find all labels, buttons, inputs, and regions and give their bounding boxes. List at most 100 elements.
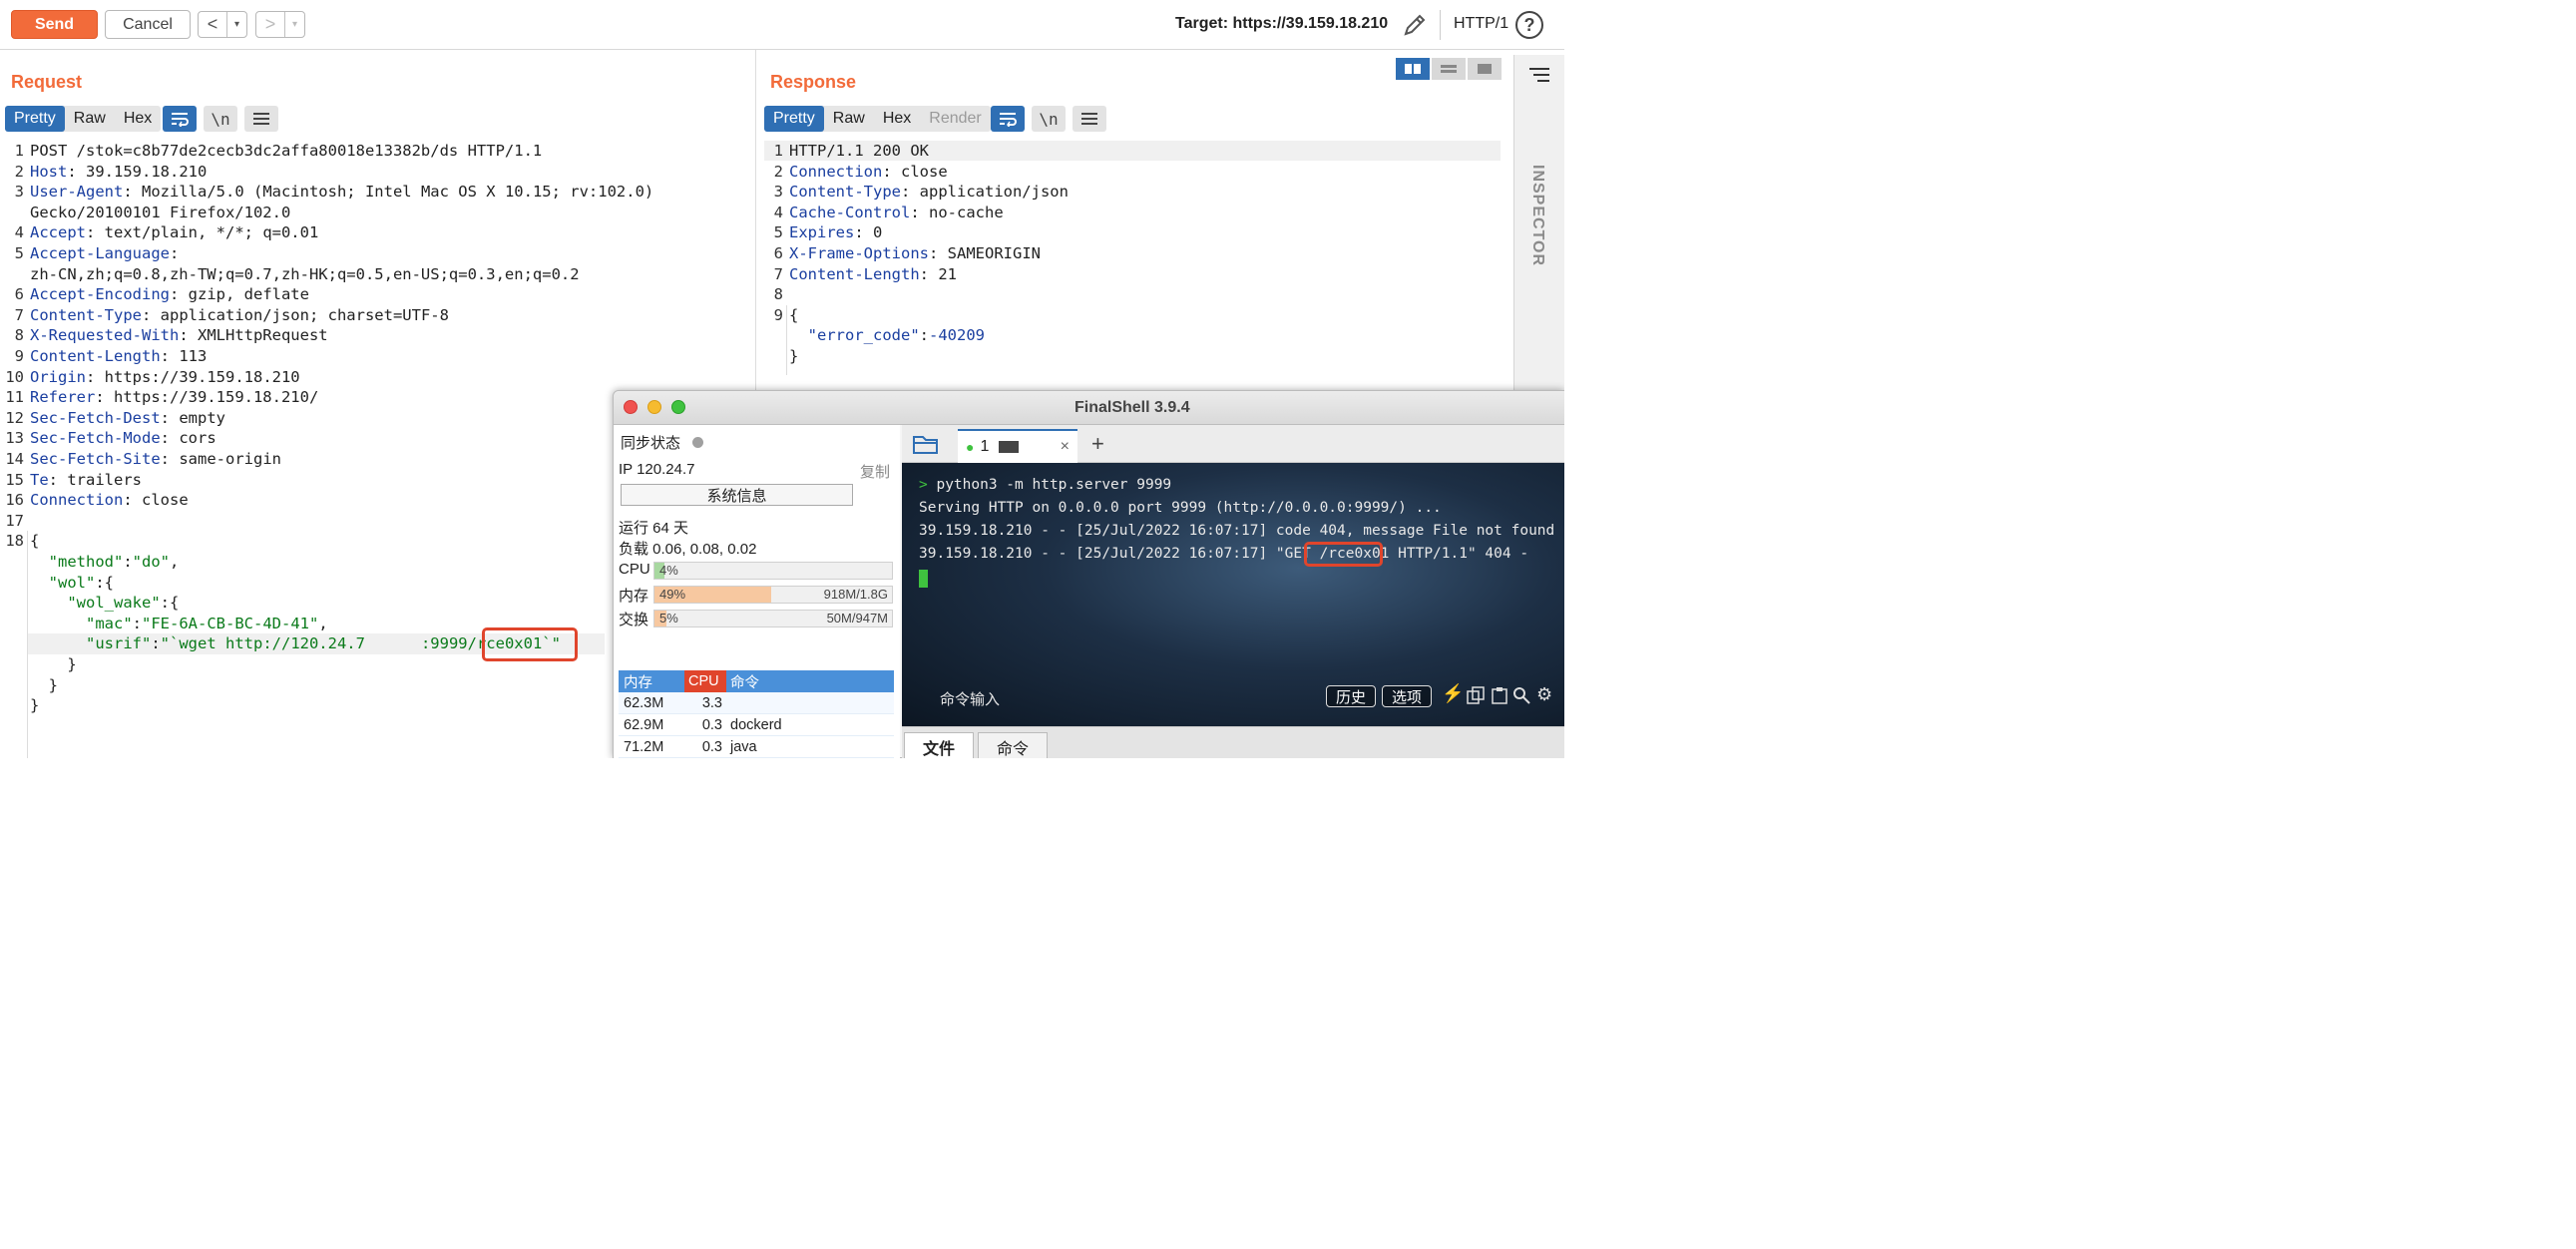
- header-value: application/json; charset=UTF-8: [151, 305, 449, 324]
- line-text: Cache-Control: no-cache: [789, 203, 1004, 221]
- line-text: Host: 39.159.18.210: [30, 162, 208, 181]
- folder-icon[interactable]: [912, 433, 940, 460]
- finalshell-window: FinalShell 3.9.4 同步状态 IP 120.24.7 复制 系统信…: [613, 390, 1564, 758]
- header-key: Connection: [30, 491, 124, 510]
- header-value: zh-CN,zh;q=0.8,zh-TW;q=0.7,zh-HK;q=0.5,e…: [30, 264, 580, 283]
- json-close-brace: }: [789, 347, 799, 365]
- response-editor[interactable]: 1 HTTP/1.1 200 OK 2 Connection: close 3 Conte…: [759, 141, 1507, 400]
- process-row[interactable]: 71.2M 0.3 java: [619, 736, 894, 758]
- response-wrap-icon[interactable]: [991, 106, 1025, 132]
- header-key: Host: [30, 162, 68, 181]
- new-session-icon[interactable]: +: [1091, 431, 1104, 457]
- line-number: 11: [5, 388, 24, 407]
- tab-files[interactable]: 文件: [904, 732, 974, 758]
- response-menu-icon[interactable]: [1073, 106, 1106, 132]
- minimize-window-icon[interactable]: [647, 400, 661, 414]
- inspector-menu-icon[interactable]: [1528, 67, 1550, 88]
- header-value: 113: [170, 347, 208, 365]
- tab-commands[interactable]: 命令: [978, 732, 1048, 758]
- response-tab-hex[interactable]: Hex: [874, 106, 920, 132]
- header-value: application/json: [910, 183, 1069, 202]
- process-row[interactable]: 62.3M 3.3: [619, 692, 894, 714]
- header-value: no-cache: [919, 203, 1004, 221]
- layout-stacked-icon[interactable]: [1432, 58, 1466, 80]
- session-tab[interactable]: ● 1 ×: [958, 429, 1077, 463]
- cancel-button[interactable]: Cancel: [105, 10, 191, 39]
- header-key: Origin: [30, 367, 86, 386]
- wrap-lines-icon[interactable]: [163, 106, 197, 132]
- header-value: 0: [863, 223, 883, 242]
- pencil-icon[interactable]: [1402, 12, 1428, 38]
- send-button[interactable]: Send: [11, 10, 98, 39]
- col-header-cmd[interactable]: 命令: [726, 671, 894, 692]
- inspector-label[interactable]: INSPECTOR: [1528, 165, 1546, 266]
- load-average: 负载 0.06, 0.08, 0.02: [619, 541, 757, 558]
- request-menu-icon[interactable]: [244, 106, 278, 132]
- session-close-icon[interactable]: ×: [1061, 438, 1070, 456]
- protocol-label[interactable]: HTTP/1: [1454, 15, 1508, 33]
- term-line-4: 39.159.18.210 - - [25/Jul/2022 16:07:17]…: [919, 546, 1529, 562]
- system-info-button[interactable]: 系统信息: [621, 484, 853, 506]
- json-punct: }: [67, 655, 77, 673]
- line-text: Sec-Fetch-Site: same-origin: [30, 450, 281, 468]
- response-tab-pretty[interactable]: Pretty: [764, 106, 824, 132]
- request-tab-hex[interactable]: Hex: [115, 106, 161, 132]
- header-key: Cache-Control: [789, 203, 911, 221]
- line-number: 15: [5, 470, 24, 489]
- options-button[interactable]: 选项: [1382, 685, 1432, 707]
- history-button[interactable]: 历史: [1326, 685, 1376, 707]
- layout-side-by-side-icon[interactable]: [1396, 58, 1430, 80]
- request-tab-raw[interactable]: Raw: [65, 106, 115, 132]
- header-value: {: [30, 532, 40, 551]
- search-icon[interactable]: [1512, 686, 1530, 709]
- term-line-1: > python3 -m http.server 9999: [919, 477, 1172, 493]
- line-number: 9: [14, 347, 24, 365]
- pane-divider[interactable]: [755, 50, 756, 394]
- line-text: Sec-Fetch-Mode: cors: [30, 429, 216, 448]
- forward-button[interactable]: > ▾: [255, 11, 305, 38]
- line-number: 17: [5, 511, 24, 530]
- json-string: "method": [48, 553, 124, 571]
- command-input[interactable]: 命令输入: [940, 688, 1000, 709]
- bottom-tabbar: 文件 命令: [902, 726, 1564, 758]
- header-key: Content-Type: [789, 183, 901, 202]
- line-number: 18: [5, 532, 24, 551]
- line-text: Content-Type: application/json; charset=…: [30, 305, 449, 324]
- show-newlines-icon[interactable]: \n: [204, 106, 237, 132]
- line-text: Origin: https://39.159.18.210: [30, 367, 300, 386]
- process-row[interactable]: 62.9M 0.3 dockerd: [619, 714, 894, 736]
- line-number: 14: [5, 450, 24, 468]
- response-tab-raw[interactable]: Raw: [824, 106, 874, 132]
- response-tab-render[interactable]: Render: [920, 106, 990, 132]
- json-value: -40209: [929, 326, 985, 345]
- copy-ip-button[interactable]: 复制: [860, 461, 890, 482]
- forward-dropdown-icon[interactable]: ▾: [284, 12, 304, 37]
- sync-status-dot-icon: [692, 437, 704, 448]
- back-dropdown-icon[interactable]: ▾: [226, 12, 246, 37]
- json-error-line: "error_code":-40209: [807, 326, 985, 345]
- col-header-cpu[interactable]: CPU: [684, 670, 726, 692]
- close-window-icon[interactable]: [624, 400, 638, 414]
- back-button[interactable]: < ▾: [198, 11, 247, 38]
- layout-tabs-icon[interactable]: [1468, 58, 1502, 80]
- json-body-line: "method":"do",: [30, 552, 180, 573]
- request-tab-pretty[interactable]: Pretty: [5, 106, 65, 132]
- copy-icon[interactable]: [1467, 686, 1485, 709]
- command-bar: 命令输入 历史 选项 ⚡ ⚙: [902, 677, 1564, 717]
- process-cmd: dockerd: [730, 716, 782, 733]
- maximize-window-icon[interactable]: [671, 400, 685, 414]
- process-cpu: 0.3: [701, 738, 722, 755]
- header-value: https://39.159.18.210/: [104, 388, 319, 407]
- lightning-icon[interactable]: ⚡: [1442, 683, 1464, 704]
- json-body-line: }: [30, 695, 39, 716]
- finalshell-titlebar[interactable]: FinalShell 3.9.4: [614, 391, 1564, 425]
- paste-icon[interactable]: [1491, 686, 1508, 709]
- header-key: Sec-Fetch-Site: [30, 450, 161, 468]
- header-value: trailers: [58, 470, 143, 489]
- header-value: https://39.159.18.210: [95, 367, 300, 386]
- response-newlines-icon[interactable]: \n: [1032, 106, 1066, 132]
- settings-gear-icon[interactable]: ⚙: [1536, 684, 1552, 705]
- col-header-mem[interactable]: 内存: [619, 671, 684, 692]
- help-icon[interactable]: ?: [1515, 11, 1543, 39]
